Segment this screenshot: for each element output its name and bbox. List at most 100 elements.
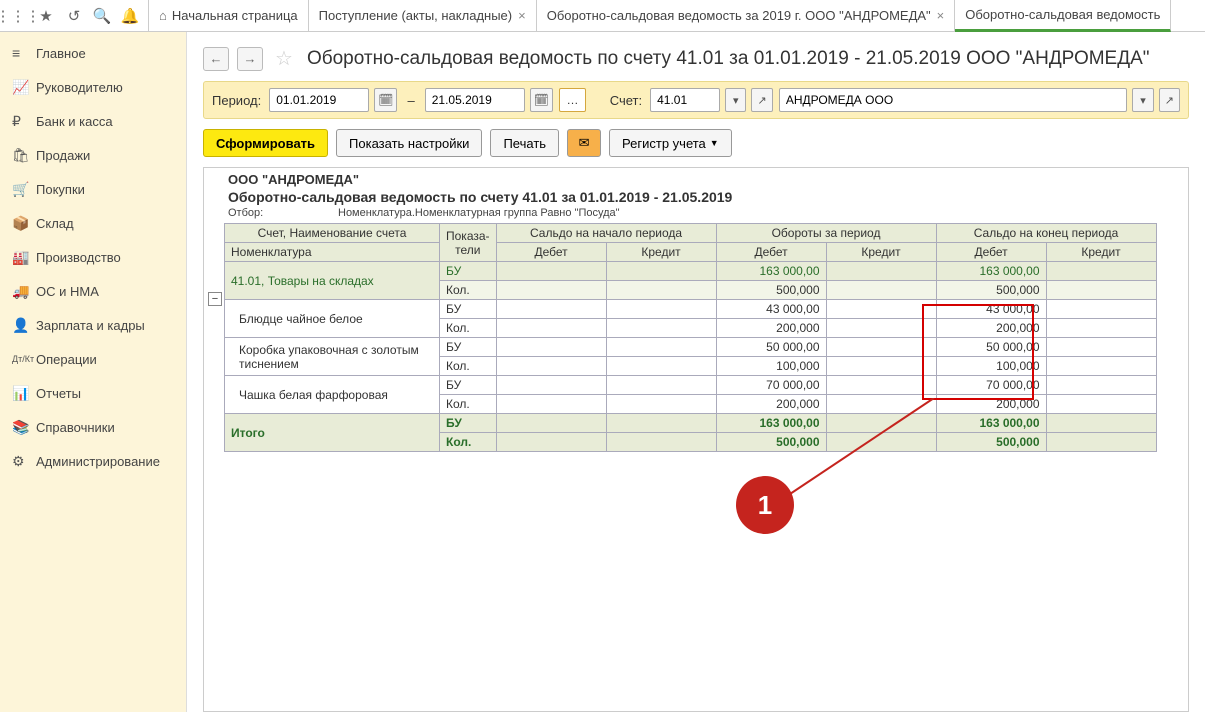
cell: 200,000: [716, 319, 826, 338]
truck-icon: 🚚: [12, 283, 36, 300]
sidebar-item-operations[interactable]: Дт/КтОперации: [0, 342, 186, 376]
sidebar-item-sales[interactable]: 🛍Продажи: [0, 138, 186, 172]
person-icon: 👤: [12, 317, 36, 334]
forward-button[interactable]: →: [237, 47, 263, 71]
action-bar: Сформировать Показать настройки Печать ✉…: [187, 119, 1205, 167]
period-bar: Период: 🗓 – 🗓 … Счет: ▾ ↗ ▾ ↗: [203, 81, 1189, 119]
report-filter: Отбор:Номенклатура.Номенклатурная группа…: [228, 207, 1164, 219]
cell: БУ: [440, 300, 497, 319]
cell: 200,000: [936, 395, 1046, 414]
form-button[interactable]: Сформировать: [203, 129, 328, 157]
cell: Кол.: [440, 395, 497, 414]
sidebar-item-label: Операции: [36, 352, 97, 367]
cell: Кол.: [440, 281, 497, 300]
org-input[interactable]: [779, 88, 1128, 112]
favorite-icon[interactable]: ☆: [275, 46, 293, 71]
factory-icon: 🏭: [12, 249, 36, 266]
col-start: Сальдо на начало периода: [496, 224, 716, 243]
cell: Кол.: [440, 319, 497, 338]
cell: 500,000: [936, 433, 1046, 452]
tab-osv-2019[interactable]: Оборотно-сальдовая ведомость за 2019 г. …: [537, 0, 956, 32]
bell-icon[interactable]: 🔔: [116, 2, 144, 30]
item-name: Коробка упаковочная с золотым тиснением: [225, 338, 440, 376]
col-nomen: Номенклатура: [225, 243, 440, 262]
sidebar-item-label: Продажи: [36, 148, 90, 163]
sidebar-item-warehouse[interactable]: 📦Склад: [0, 206, 186, 240]
sidebar-item-bank[interactable]: ₽Банк и касса: [0, 104, 186, 138]
tab-label: Начальная страница: [172, 8, 298, 23]
star-icon[interactable]: ★: [32, 2, 60, 30]
cell: 50 000,00: [716, 338, 826, 357]
date-to-input[interactable]: [425, 88, 525, 112]
sidebar-item-reports[interactable]: 📊Отчеты: [0, 376, 186, 410]
col-turn: Обороты за период: [716, 224, 936, 243]
sidebar-item-production[interactable]: 🏭Производство: [0, 240, 186, 274]
tab-osv[interactable]: Оборотно-сальдовая ведомость: [955, 0, 1171, 32]
callout-number: 1: [758, 490, 772, 521]
tab-home[interactable]: ⌂ Начальная страница: [149, 0, 309, 32]
cell: 70 000,00: [716, 376, 826, 395]
cell: 50 000,00: [936, 338, 1046, 357]
close-icon[interactable]: ×: [937, 8, 945, 23]
cell: 500,000: [936, 281, 1046, 300]
org-open-icon[interactable]: ↗: [1159, 88, 1180, 112]
ruble-icon: ₽: [12, 113, 36, 130]
col-account: Счет, Наименование счета: [225, 224, 440, 243]
show-settings-button[interactable]: Показать настройки: [336, 129, 482, 157]
account-label: Счет:: [610, 93, 642, 108]
cell: 163 000,00: [936, 262, 1046, 281]
col-credit: Кредит: [1046, 243, 1156, 262]
col-debit: Дебет: [716, 243, 826, 262]
date-from-input[interactable]: [269, 88, 369, 112]
print-button[interactable]: Печать: [490, 129, 559, 157]
col-debit: Дебет: [936, 243, 1046, 262]
sidebar-item-main[interactable]: ≡Главное: [0, 36, 186, 70]
sidebar-item-directories[interactable]: 📚Справочники: [0, 410, 186, 444]
item-name: Чашка белая фарфоровая: [225, 376, 440, 414]
sidebar-item-label: Администрирование: [36, 454, 160, 469]
tab-label: Оборотно-сальдовая ведомость: [965, 7, 1160, 22]
cell: БУ: [440, 338, 497, 357]
cell: Кол.: [440, 357, 497, 376]
cart-icon: 🛒: [12, 181, 36, 198]
report-table: Счет, Наименование счета Показа- тели Са…: [224, 223, 1157, 452]
item-name: Блюдце чайное белое: [225, 300, 440, 338]
sidebar-item-label: Склад: [36, 216, 74, 231]
cell: БУ: [440, 262, 497, 281]
report-header: ООО "АНДРОМЕДА" Оборотно-сальдовая ведом…: [204, 168, 1188, 223]
org-dropdown-icon[interactable]: ▾: [1132, 88, 1153, 112]
apps-icon[interactable]: ⋮⋮⋮: [4, 2, 32, 30]
home-icon: ⌂: [159, 8, 167, 23]
cell: 100,000: [936, 357, 1046, 376]
tab-receipt[interactable]: Поступление (акты, накладные)×: [309, 0, 537, 32]
sidebar-item-salary[interactable]: 👤Зарплата и кадры: [0, 308, 186, 342]
calendar-from-icon[interactable]: 🗓: [374, 88, 397, 112]
email-button[interactable]: ✉: [567, 129, 601, 157]
sidebar-item-admin[interactable]: ⚙Администрирование: [0, 444, 186, 478]
calendar-to-icon[interactable]: 🗓: [530, 88, 553, 112]
tabs-bar: ⌂ Начальная страница Поступление (акты, н…: [148, 0, 1201, 32]
books-icon: 📚: [12, 419, 36, 436]
period-dots-button[interactable]: …: [559, 88, 586, 112]
back-button[interactable]: ←: [203, 47, 229, 71]
sidebar-item-assets[interactable]: 🚚ОС и НМА: [0, 274, 186, 308]
sidebar-item-label: ОС и НМА: [36, 284, 99, 299]
report-title: Оборотно-сальдовая ведомость по счету 41…: [228, 189, 1164, 205]
sidebar-item-purchases[interactable]: 🛒Покупки: [0, 172, 186, 206]
cell: 163 000,00: [936, 414, 1046, 433]
history-icon[interactable]: ↺: [60, 2, 88, 30]
search-icon[interactable]: 🔍: [88, 2, 116, 30]
col-indicator: Показа- тели: [440, 224, 497, 262]
sidebar-item-manager[interactable]: 📈Руководителю: [0, 70, 186, 104]
account-dropdown-icon[interactable]: ▾: [725, 88, 746, 112]
total-label: Итого: [225, 414, 440, 452]
report-area[interactable]: ООО "АНДРОМЕДА" Оборотно-сальдовая ведом…: [203, 167, 1189, 712]
account-input[interactable]: [650, 88, 720, 112]
close-icon[interactable]: ×: [518, 8, 526, 23]
filter-label: Отбор:: [228, 207, 338, 219]
period-label: Период:: [212, 93, 261, 108]
register-button[interactable]: Регистр учета▼: [609, 129, 732, 157]
account-open-icon[interactable]: ↗: [751, 88, 772, 112]
register-label: Регистр учета: [622, 136, 706, 151]
tree-toggle-minus[interactable]: −: [208, 292, 222, 306]
